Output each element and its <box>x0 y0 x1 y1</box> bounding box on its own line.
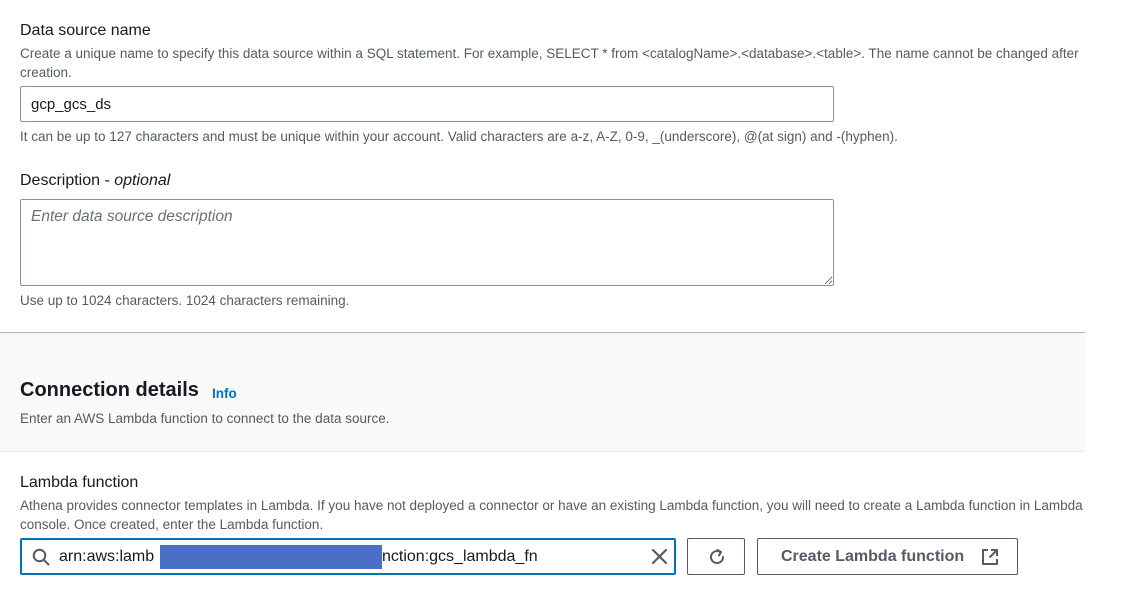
data-source-name-input[interactable] <box>20 86 834 122</box>
data-source-name-constraint: It can be up to 127 characters and must … <box>20 129 898 144</box>
connection-details-title: Connection details <box>20 379 199 401</box>
search-icon <box>32 548 50 566</box>
description-textarea[interactable] <box>20 199 834 286</box>
data-source-name-description: Create a unique name to specify this dat… <box>20 46 1079 80</box>
lambda-value-prefix: arn:aws:lamb <box>59 548 155 565</box>
description-label: Description - optional <box>20 172 170 190</box>
description-label-text: Description - <box>20 172 115 189</box>
external-link-icon <box>982 549 998 565</box>
clear-icon[interactable] <box>650 547 669 566</box>
redaction-box <box>160 545 382 569</box>
data-source-name-label: Data source name <box>20 22 151 39</box>
description-constraint: Use up to 1024 characters. 1024 characte… <box>20 293 350 308</box>
create-lambda-function-label: Create Lambda function <box>781 548 965 565</box>
lambda-function-input[interactable]: arn:aws:lamb nction:gcs_lambda_fn <box>20 538 676 575</box>
create-lambda-function-button[interactable]: Create Lambda function <box>757 538 1018 575</box>
description-optional-text: optional <box>114 172 171 189</box>
lambda-value-suffix: nction:gcs_lambda_fn <box>382 548 538 565</box>
lambda-function-label: Lambda function <box>20 474 139 491</box>
lambda-function-description: Athena provides connector templates in L… <box>20 498 1083 532</box>
connection-details-description: Enter an AWS Lambda function to connect … <box>20 411 390 426</box>
refresh-button[interactable] <box>687 538 745 575</box>
header-divider <box>0 451 1085 452</box>
refresh-icon <box>710 549 725 565</box>
info-link[interactable]: Info <box>212 386 237 401</box>
